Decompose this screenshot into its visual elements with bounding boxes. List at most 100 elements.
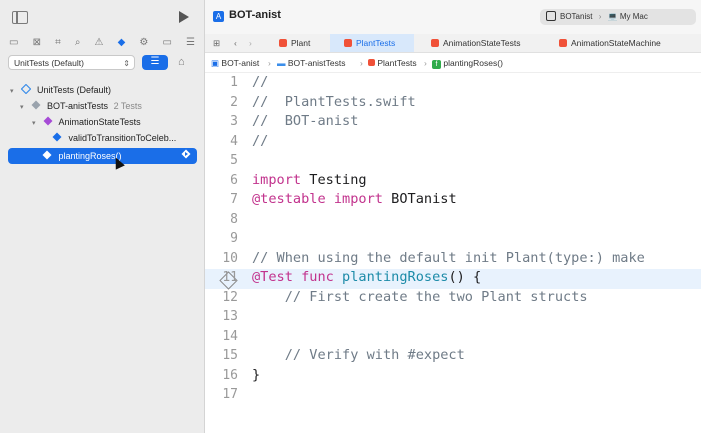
code-line[interactable]: // (252, 74, 268, 90)
line-number: 4 (230, 133, 238, 149)
line-number: 13 (222, 309, 238, 324)
line-number: 11 (222, 270, 238, 285)
find-icon[interactable]: ⌕ (75, 36, 81, 50)
tree-row-test-selected[interactable]: plantingRoses() (42, 148, 122, 164)
line-number: 3 (230, 114, 238, 129)
scheme-name: BOTanist (560, 12, 593, 21)
app-store-icon: A (213, 11, 224, 22)
editor-tab-bar: ⊞ ‹ › Plant PlantTests AnimationStateTes… (205, 34, 701, 53)
run-test-diamond-icon[interactable] (181, 148, 191, 164)
tree-row-label: UnitTests (Default) (37, 85, 112, 95)
tag-icon[interactable]: ⌂ (178, 56, 185, 68)
line-number: 15 (222, 348, 238, 363)
tab-animationstatemachine[interactable]: AnimationStateMachine (559, 34, 661, 52)
breadcrumb-label: PlantTests (377, 58, 417, 68)
code-line[interactable]: // BOT-anist (252, 113, 358, 129)
breadcrumb-separator: › (360, 58, 363, 68)
tree-row-target[interactable]: ▾ BOT-anistTests 2 Tests (20, 98, 142, 114)
tab-label: AnimationStateMachine (571, 38, 661, 48)
folder-icon: ▬ (277, 58, 286, 68)
test-count-badge: 2 Tests (113, 101, 142, 111)
tab-animationstatetests[interactable]: AnimationStateTests (431, 34, 520, 52)
code-line[interactable]: // When using the default init Plant(typ… (252, 250, 645, 266)
breadcrumb-label: BOT-anistTests (287, 58, 346, 68)
scheme-icon (546, 11, 556, 21)
bookmark-icon[interactable]: ⌗ (55, 36, 61, 50)
destination-name: My Mac (619, 12, 648, 21)
function-symbol-icon: f (432, 60, 441, 69)
disclosure-down-icon[interactable]: ▾ (32, 116, 40, 132)
test-navigator-icon[interactable]: ◆ (118, 36, 126, 50)
window-title: BOT-anist (229, 9, 281, 21)
code-line[interactable]: // (252, 133, 268, 149)
debug-icon[interactable]: ⚙ (139, 36, 148, 50)
breadcrumb-symbol[interactable]: f plantingRoses() (432, 54, 503, 72)
line-number: 8 (230, 211, 238, 227)
code-line[interactable]: import Testing (252, 172, 367, 188)
disclosure-down-icon[interactable]: ▾ (20, 100, 28, 116)
line-number: 5 (230, 153, 238, 168)
line-number: 9 (230, 231, 238, 246)
chevron-right-icon: › (598, 12, 602, 21)
tree-row-label: AnimationStateTests (58, 117, 141, 127)
breadcrumb-separator: › (424, 58, 427, 68)
tree-row-suite[interactable]: ▾ AnimationStateTests (32, 114, 141, 130)
code-line[interactable]: // PlantTests.swift (252, 94, 416, 110)
line-number: 17 (222, 387, 238, 402)
app-icon: ▣ (211, 58, 220, 68)
filter-list-button[interactable]: ☰ (142, 55, 168, 70)
breadcrumb-label: BOT-anist (221, 58, 260, 68)
test-target-icon (31, 99, 41, 110)
tab-label: PlantTests (356, 38, 396, 48)
sidebar-toggle-icon[interactable] (12, 11, 28, 24)
code-line[interactable]: } (252, 367, 260, 383)
tab-label: AnimationStateTests (443, 38, 521, 48)
line-number: 14 (222, 328, 238, 344)
test-plan-label: UnitTests (Default) (14, 58, 84, 68)
chevron-updown-icon: ⇕ (123, 59, 130, 68)
breadcrumb-file[interactable]: PlantTests (368, 54, 417, 72)
code-line[interactable]: @Test func plantingRoses() { (252, 269, 481, 285)
swift-file-icon (368, 59, 375, 66)
breadcrumb-group[interactable]: ▬ BOT-anistTests (277, 54, 346, 72)
code-line[interactable]: // Verify with #expect (252, 347, 465, 363)
forward-arrow-icon[interactable]: › (249, 34, 252, 52)
navigator-selector-bar: ▭ ⊠ ⌗ ⌕ ⚠ ◆ ⚙ ▭ ☰ (0, 36, 204, 50)
code-line[interactable]: // First create the two Plant structs (252, 289, 588, 305)
line-number: 1 (230, 75, 238, 90)
swift-file-icon (279, 39, 287, 47)
report-icon[interactable]: ☰ (186, 36, 195, 50)
line-number: 7 (230, 192, 238, 207)
test-case-icon (52, 131, 62, 142)
test-plan-select[interactable]: UnitTests (Default) ⇕ (8, 55, 135, 70)
code-line[interactable]: @testable import BOTanist (252, 191, 457, 207)
breadcrumb-separator: › (268, 58, 271, 68)
tab-plant[interactable]: Plant (279, 34, 310, 52)
breakpoint-icon[interactable]: ▭ (162, 36, 171, 50)
test-case-icon (42, 149, 52, 160)
navigator-toolbar (0, 0, 204, 34)
disclosure-down-icon[interactable]: ▾ (10, 84, 18, 100)
navigator-sidebar: ▭ ⊠ ⌗ ⌕ ⚠ ◆ ⚙ ▭ ☰ UnitTests (Default) ⇕ … (0, 0, 205, 433)
folder-icon[interactable]: ▭ (9, 36, 18, 50)
line-number: 2 (230, 94, 238, 110)
editor-area: A BOT-anist BOTanist › 💻 My Mac ⊞ ‹ › Pl… (205, 0, 701, 433)
test-filter-row: UnitTests (Default) ⇕ ☰ ⌂ (8, 55, 198, 71)
tab-planttests[interactable]: PlantTests (330, 34, 414, 52)
tab-label: Plant (291, 38, 311, 48)
tree-row-test-plan[interactable]: ▾ UnitTests (Default) (10, 82, 111, 98)
issue-warning-icon[interactable]: ⚠ (95, 36, 104, 50)
run-play-icon[interactable] (179, 11, 189, 23)
scheme-destination-selector[interactable]: BOTanist › 💻 My Mac (540, 9, 696, 25)
laptop-icon: 💻 (607, 12, 618, 21)
tree-row-test[interactable]: validToTransitionToCeleb... (52, 130, 176, 146)
line-number: 12 (222, 289, 238, 305)
breadcrumb-project[interactable]: ▣ BOT-anist (211, 54, 259, 72)
line-number: 6 (230, 172, 238, 188)
breadcrumb-label: plantingRoses() (443, 58, 503, 68)
back-arrow-icon[interactable]: ‹ (234, 34, 237, 52)
line-number: 10 (222, 250, 238, 266)
line-number: 16 (222, 367, 238, 383)
source-control-icon[interactable]: ⊠ (33, 36, 41, 50)
grid-icon[interactable]: ⊞ (213, 34, 220, 52)
